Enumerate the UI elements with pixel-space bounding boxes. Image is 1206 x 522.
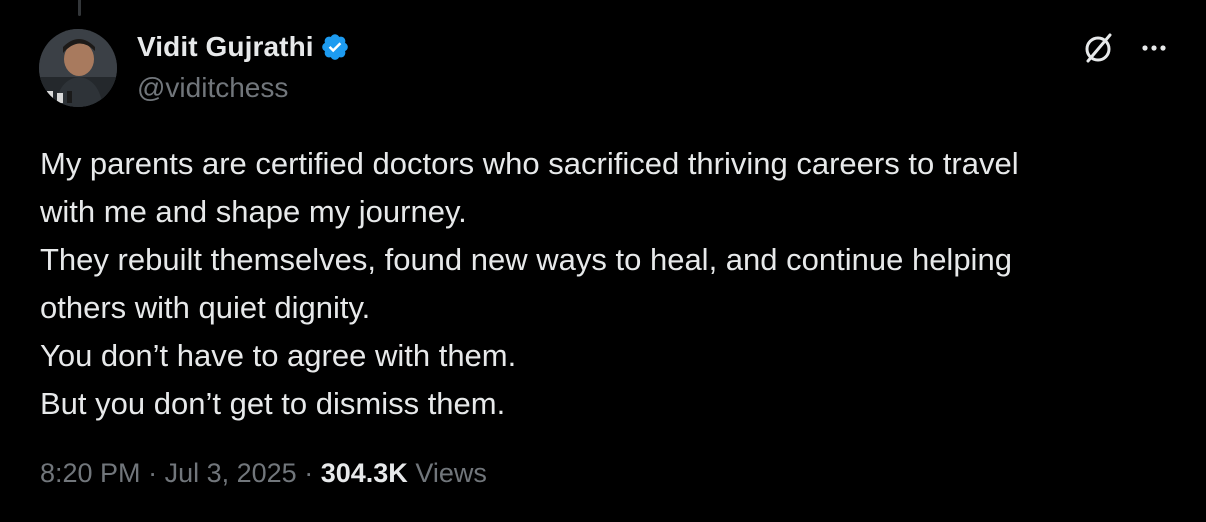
views-count: 304.3K xyxy=(320,458,408,488)
tweet-date: Jul 3, 2025 xyxy=(164,458,297,488)
grok-icon[interactable] xyxy=(1082,31,1116,65)
tweet-text: My parents are certified doctors who sac… xyxy=(40,140,1180,428)
avatar[interactable] xyxy=(39,29,117,107)
meta-separator: · xyxy=(304,458,314,488)
tweet-line: My parents are certified doctors who sac… xyxy=(40,146,1019,181)
author-handle[interactable]: @viditchess xyxy=(137,72,288,104)
tweet-line: others with quiet dignity. xyxy=(40,290,371,325)
tweet-timestamp-link[interactable]: 8:20 PM · Jul 3, 2025 xyxy=(40,458,297,488)
verified-badge-icon xyxy=(321,34,348,60)
views-link[interactable]: 304.3K Views xyxy=(321,458,487,488)
author-display-name[interactable]: Vidit Gujrathi xyxy=(137,31,314,63)
views-label: Views xyxy=(415,458,487,488)
author-name-row[interactable]: Vidit Gujrathi xyxy=(137,31,350,63)
avatar-photo xyxy=(39,29,117,107)
thread-connector-line xyxy=(78,0,81,16)
tweet-line: They rebuilt themselves, found new ways … xyxy=(40,242,1012,277)
tweet-meta: 8:20 PM · Jul 3, 2025 · 304.3K Views xyxy=(40,458,487,489)
tweet-line: with me and shape my journey. xyxy=(40,194,467,229)
tweet-line: But you don’t get to dismiss them. xyxy=(40,386,506,421)
tweet-time: 8:20 PM xyxy=(40,458,141,488)
more-options-icon[interactable] xyxy=(1138,36,1170,60)
meta-separator: · xyxy=(148,458,158,488)
tweet-line: You don’t have to agree with them. xyxy=(40,338,517,373)
